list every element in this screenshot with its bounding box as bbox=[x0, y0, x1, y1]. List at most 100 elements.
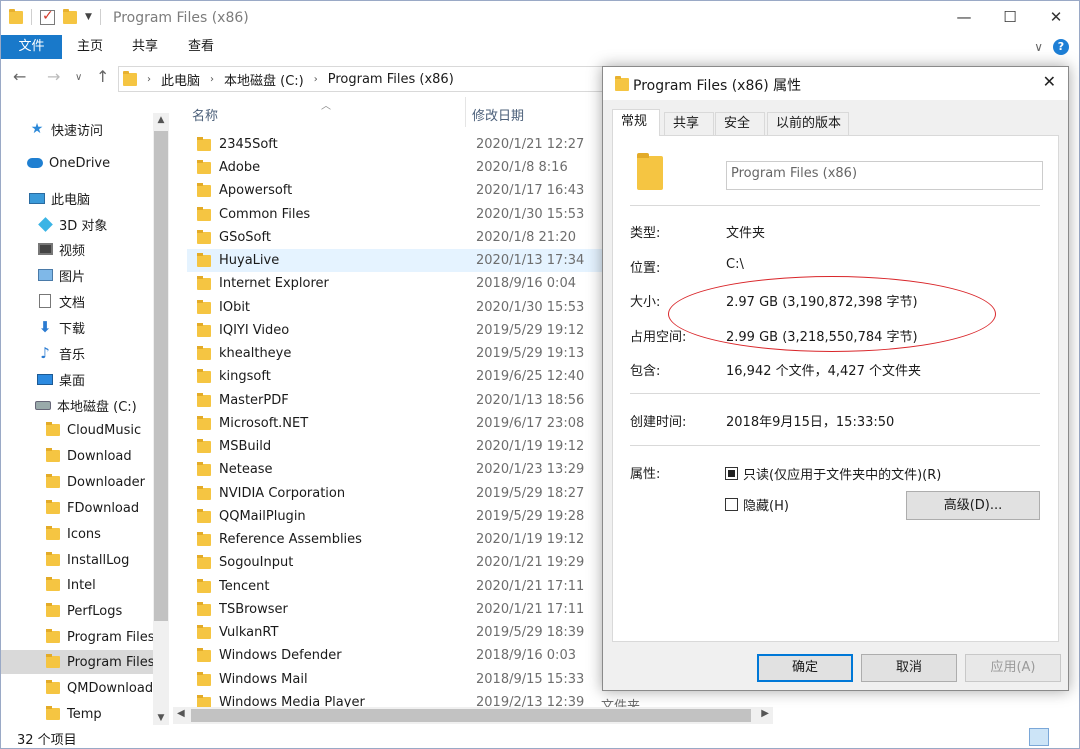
scroll-left-icon[interactable]: ◀ bbox=[177, 708, 185, 719]
list-item[interactable]: NVIDIA Corporation 2019/5/29 18:27 bbox=[187, 482, 607, 505]
file-list-horizontal-scrollbar[interactable]: ◀ ▶ bbox=[173, 707, 773, 724]
list-item[interactable]: Apowersoft 2020/1/17 16:43 bbox=[187, 179, 607, 202]
list-item[interactable]: Adobe 2020/1/8 8:16 bbox=[187, 156, 607, 179]
list-item[interactable]: SogouInput 2020/1/21 19:29 bbox=[187, 551, 607, 574]
expand-ribbon-icon[interactable]: ∨ bbox=[1034, 40, 1043, 54]
help-icon[interactable]: ? bbox=[1053, 39, 1069, 55]
list-item[interactable]: Reference Assemblies 2020/1/19 19:12 bbox=[187, 528, 607, 551]
new-folder-icon[interactable] bbox=[63, 8, 77, 24]
tab-share[interactable]: 共享 bbox=[117, 35, 173, 59]
sidebar-item-folder[interactable]: Program Files bbox=[1, 625, 153, 649]
large-icons-view-icon[interactable] bbox=[1053, 728, 1073, 746]
breadcrumb-this-pc[interactable]: 此电脑 bbox=[161, 70, 200, 89]
apply-button[interactable]: 应用(A) bbox=[965, 654, 1061, 682]
scroll-right-icon[interactable]: ▶ bbox=[761, 708, 769, 719]
sidebar-item-quick-access[interactable]: ★ 快速访问 bbox=[1, 117, 153, 141]
sidebar-item-3d-objects[interactable]: 3D 对象 bbox=[1, 212, 153, 236]
recent-locations-chevron-icon[interactable]: ∨ bbox=[75, 72, 82, 83]
breadcrumb-separator-icon[interactable]: › bbox=[210, 74, 214, 85]
sidebar-item-videos[interactable]: 视频 bbox=[1, 237, 153, 261]
list-item[interactable]: Windows Mail 2018/9/15 15:33 bbox=[187, 668, 607, 691]
properties-check-icon[interactable] bbox=[40, 8, 55, 25]
readonly-checkbox[interactable] bbox=[725, 467, 738, 480]
list-item[interactable]: Windows Media Player 2019/2/13 12:39 bbox=[187, 691, 607, 707]
sidebar-item-folder[interactable]: FDownload bbox=[1, 496, 153, 520]
sidebar-item-folder[interactable]: Temp bbox=[1, 702, 153, 725]
up-arrow-icon[interactable]: ↑ bbox=[96, 67, 109, 86]
sidebar-item-folder[interactable]: Downloader bbox=[1, 470, 153, 494]
list-item[interactable]: GSoSoft 2020/1/8 21:20 bbox=[187, 226, 607, 249]
column-header-name[interactable]: 名称 bbox=[192, 105, 218, 124]
drive-icon bbox=[35, 398, 51, 412]
list-item[interactable]: IQIYI Video 2019/5/29 19:12 bbox=[187, 319, 607, 342]
tab-previous-versions[interactable]: 以前的版本 bbox=[767, 112, 849, 135]
sidebar-item-folder[interactable]: PerfLogs bbox=[1, 599, 153, 623]
customize-toolbar-arrow-icon[interactable]: ▼ bbox=[85, 12, 92, 22]
sidebar-scrollbar[interactable]: ▲ ▼ bbox=[153, 113, 169, 725]
list-item[interactable]: MSBuild 2020/1/19 19:12 bbox=[187, 435, 607, 458]
details-view-icon[interactable] bbox=[1029, 728, 1049, 746]
sidebar-item-folder[interactable]: CloudMusic bbox=[1, 418, 153, 442]
readonly-label[interactable]: 只读(仅应用于文件夹中的文件)(R) bbox=[743, 464, 941, 483]
sidebar-item-desktop[interactable]: 桌面 bbox=[1, 367, 153, 391]
sidebar-item-label: CloudMusic bbox=[67, 422, 142, 438]
list-item[interactable]: TSBrowser 2020/1/21 17:11 bbox=[187, 598, 607, 621]
sidebar-item-folder[interactable]: QMDownload bbox=[1, 676, 153, 700]
close-button[interactable]: ✕ bbox=[1033, 1, 1079, 33]
sidebar-item-onedrive[interactable]: OneDrive bbox=[1, 151, 153, 175]
breadcrumb-program-files-x86[interactable]: Program Files (x86) bbox=[328, 72, 454, 87]
minimize-button[interactable]: — bbox=[941, 1, 987, 33]
sidebar-item-this-pc[interactable]: 此电脑 bbox=[1, 186, 153, 210]
address-bar[interactable]: › 此电脑 › 本地磁盘 (C:) › Program Files (x86) bbox=[118, 66, 604, 92]
list-item[interactable]: VulkanRT 2019/5/29 18:39 bbox=[187, 621, 607, 644]
column-header-date[interactable]: 修改日期 bbox=[472, 105, 524, 124]
list-item[interactable]: Microsoft.NET 2019/6/17 23:08 bbox=[187, 412, 607, 435]
sidebar-item-local-disk[interactable]: 本地磁盘 (C:) bbox=[1, 393, 153, 417]
list-item-hovered[interactable]: HuyaLive 2020/1/13 17:34 bbox=[187, 249, 607, 272]
cancel-button[interactable]: 取消 bbox=[861, 654, 957, 682]
scrollbar-thumb[interactable] bbox=[191, 709, 751, 722]
ok-button[interactable]: 确定 bbox=[757, 654, 853, 682]
sidebar-item-folder[interactable]: Icons bbox=[1, 522, 153, 546]
breadcrumb-separator-icon[interactable]: › bbox=[314, 74, 318, 85]
forward-arrow-icon[interactable]: → bbox=[47, 67, 60, 86]
list-item[interactable]: kingsoft 2019/6/25 12:40 bbox=[187, 365, 607, 388]
sidebar-item-folder-selected[interactable]: Program Files bbox=[1, 650, 153, 674]
sidebar-item-folder[interactable]: Download bbox=[1, 444, 153, 468]
list-item[interactable]: khealtheye 2019/5/29 19:13 bbox=[187, 342, 607, 365]
advanced-button[interactable]: 高级(D)... bbox=[906, 491, 1040, 520]
list-item[interactable]: Tencent 2020/1/21 17:11 bbox=[187, 575, 607, 598]
breadcrumb-separator-icon[interactable]: › bbox=[147, 74, 151, 85]
back-arrow-icon[interactable]: ← bbox=[13, 67, 26, 86]
folder-name-field[interactable]: Program Files (x86) bbox=[726, 161, 1043, 190]
sidebar-item-pictures[interactable]: 图片 bbox=[1, 263, 153, 287]
breadcrumb-local-disk[interactable]: 本地磁盘 (C:) bbox=[224, 70, 304, 89]
scroll-down-icon[interactable]: ▼ bbox=[153, 713, 169, 723]
list-item[interactable]: Internet Explorer 2018/9/16 0:04 bbox=[187, 272, 607, 295]
tab-view[interactable]: 查看 bbox=[173, 35, 229, 59]
list-item[interactable]: 2345Soft 2020/1/21 12:27 bbox=[187, 133, 607, 156]
sidebar-item-folder[interactable]: InstallLog bbox=[1, 548, 153, 572]
tab-sharing[interactable]: 共享 bbox=[664, 112, 714, 135]
sidebar-item-documents[interactable]: 文档 bbox=[1, 289, 153, 313]
hidden-checkbox[interactable] bbox=[725, 498, 738, 511]
maximize-button[interactable]: ☐ bbox=[987, 1, 1033, 33]
tab-general[interactable]: 常规 bbox=[612, 109, 660, 136]
list-item[interactable]: Common Files 2020/1/30 15:53 bbox=[187, 203, 607, 226]
list-item[interactable]: MasterPDF 2020/1/13 18:56 bbox=[187, 389, 607, 412]
scroll-up-icon[interactable]: ▲ bbox=[153, 115, 169, 125]
list-item[interactable]: Netease 2020/1/23 13:29 bbox=[187, 458, 607, 481]
column-divider[interactable] bbox=[465, 97, 466, 127]
list-item[interactable]: QQMailPlugin 2019/5/29 19:28 bbox=[187, 505, 607, 528]
dialog-close-icon[interactable]: ✕ bbox=[1043, 72, 1056, 91]
hidden-label[interactable]: 隐藏(H) bbox=[743, 495, 789, 514]
list-item[interactable]: Windows Defender 2018/9/16 0:03 bbox=[187, 644, 607, 667]
tab-home[interactable]: 主页 bbox=[63, 35, 117, 59]
tab-file[interactable]: 文件 bbox=[1, 35, 62, 59]
sidebar-item-downloads[interactable]: ⬇ 下载 bbox=[1, 315, 153, 339]
sidebar-item-music[interactable]: ♪ 音乐 bbox=[1, 341, 153, 365]
scrollbar-thumb[interactable] bbox=[154, 131, 168, 621]
sidebar-item-folder[interactable]: Intel bbox=[1, 573, 153, 597]
tab-security[interactable]: 安全 bbox=[715, 112, 765, 135]
list-item[interactable]: IObit 2020/1/30 15:53 bbox=[187, 296, 607, 319]
